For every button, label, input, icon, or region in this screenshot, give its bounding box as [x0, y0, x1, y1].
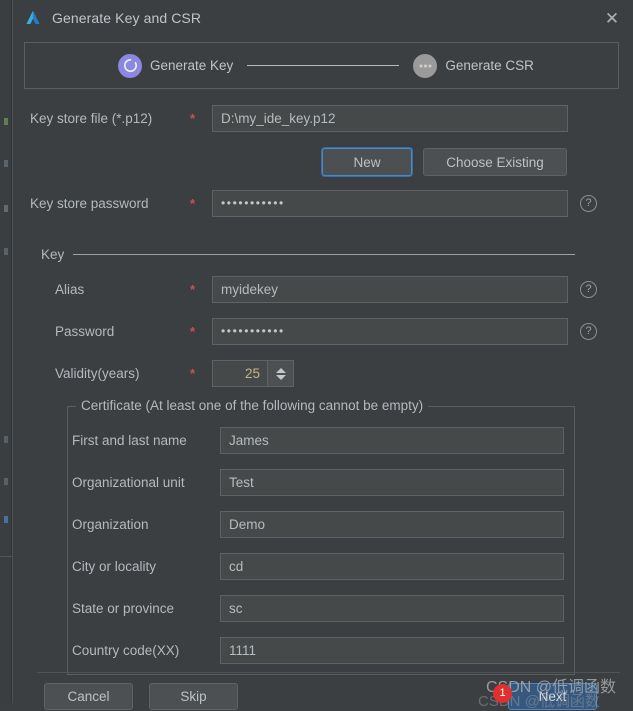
key-password-input[interactable]: ••••••••••• — [212, 318, 568, 345]
choose-existing-button[interactable]: Choose Existing — [423, 148, 567, 176]
spinner-circle-icon — [118, 53, 142, 78]
chevron-up-icon[interactable] — [275, 367, 286, 373]
organizational-unit-label: Organizational unit — [72, 475, 185, 490]
validity-required-marker: * — [190, 366, 196, 381]
cancel-button[interactable]: Cancel — [44, 683, 133, 710]
ide-backdrop-fleck — [4, 205, 8, 212]
wizard-step-generate-key[interactable]: Generate Key — [118, 53, 234, 78]
organizational-unit-input[interactable]: Test — [220, 469, 564, 496]
key-password-row: Password * ••••••••••• ? — [55, 318, 597, 345]
key-section-header: Key — [41, 247, 575, 262]
validity-stepper[interactable]: 25 — [212, 360, 294, 387]
certificate-group: Certificate (At least one of the followi… — [67, 398, 575, 675]
certificate-legend: Certificate (At least one of the followi… — [76, 398, 429, 413]
key-password-label: Password — [55, 324, 115, 339]
ellipsis-circle-icon — [413, 53, 438, 78]
certificate-field-row: Organizational unit Test — [72, 469, 564, 496]
page-title: Generate Key and CSR — [52, 10, 202, 26]
keystore-password-row: Key store password * ••••••••••• ? — [30, 190, 615, 217]
organization-label: Organization — [72, 517, 149, 532]
ide-backdrop-fleck — [4, 516, 8, 523]
first-and-last-name-input[interactable]: James — [220, 427, 564, 454]
state-or-province-label: State or province — [72, 601, 175, 616]
wizard-step-generate-csr[interactable]: Generate CSR — [413, 53, 534, 78]
certificate-field-row: First and last name James — [72, 427, 564, 454]
close-icon[interactable]: ✕ — [599, 6, 625, 30]
validity-stepper-arrows[interactable] — [268, 360, 294, 387]
ide-backdrop-fleck — [4, 248, 8, 255]
certificate-field-row: Country code(XX) 1111 — [72, 637, 564, 664]
certificate-field-row: City or locality cd — [72, 553, 564, 580]
skip-button[interactable]: Skip — [149, 683, 238, 710]
alias-required-marker: * — [190, 282, 196, 297]
country-code-input[interactable]: 1111 — [220, 637, 564, 664]
wizard-step-label: Generate CSR — [445, 58, 534, 73]
next-button[interactable]: Next — [508, 683, 597, 710]
keystore-file-required-marker: * — [190, 111, 196, 126]
validity-input[interactable]: 25 — [212, 360, 268, 387]
city-or-locality-label: City or locality — [72, 559, 157, 574]
ide-backdrop-fleck — [4, 160, 8, 167]
organization-input[interactable]: Demo — [220, 511, 564, 538]
keystore-password-label: Key store password — [30, 196, 149, 211]
key-section-title: Key — [41, 247, 65, 262]
keystore-file-input[interactable]: D:\my_ide_key.p12 — [212, 105, 568, 132]
dialog-titlebar: Generate Key and CSR ✕ — [13, 0, 633, 36]
country-code-label: Country code(XX) — [72, 643, 180, 658]
ide-backdrop-fleck — [4, 478, 8, 485]
keystore-password-input[interactable]: ••••••••••• — [212, 190, 568, 217]
alias-label: Alias — [55, 282, 85, 297]
new-button[interactable]: New — [322, 148, 412, 176]
validity-row: Validity(years) * 25 — [55, 360, 294, 387]
help-circle-icon[interactable]: ? — [580, 281, 597, 298]
keystore-file-row: Key store file (*.p12) * D:\my_ide_key.p… — [30, 105, 615, 132]
alias-row: Alias * myidekey ? — [55, 276, 597, 303]
certificate-field-row: State or province sc — [72, 595, 564, 622]
generate-key-csr-dialog: Generate Key and CSR ✕ Generate Key Gene… — [12, 0, 633, 710]
chevron-down-icon[interactable] — [275, 374, 286, 380]
state-or-province-input[interactable]: sc — [220, 595, 564, 622]
certificate-field-row: Organization Demo — [72, 511, 564, 538]
android-studio-icon — [23, 8, 43, 28]
wizard-step-label: Generate Key — [150, 58, 234, 73]
help-circle-icon[interactable]: ? — [580, 323, 597, 340]
ide-backdrop-fleck — [0, 556, 12, 557]
first-and-last-name-label: First and last name — [72, 433, 187, 448]
keystore-file-label: Key store file (*.p12) — [30, 111, 153, 126]
wizard-step-header: Generate Key Generate CSR — [24, 42, 619, 89]
keystore-file-actions: New Choose Existing — [322, 148, 567, 176]
validity-label: Validity(years) — [55, 366, 140, 381]
key-section-divider — [73, 254, 575, 255]
keystore-password-required-marker: * — [190, 196, 196, 211]
footer-divider — [37, 672, 620, 673]
ide-backdrop-fleck — [4, 118, 8, 125]
help-circle-icon[interactable]: ? — [580, 195, 597, 212]
key-password-required-marker: * — [190, 324, 196, 339]
city-or-locality-input[interactable]: cd — [220, 553, 564, 580]
ide-backdrop-fleck — [4, 436, 8, 443]
wizard-step-connector — [247, 65, 400, 66]
alias-input[interactable]: myidekey — [212, 276, 568, 303]
